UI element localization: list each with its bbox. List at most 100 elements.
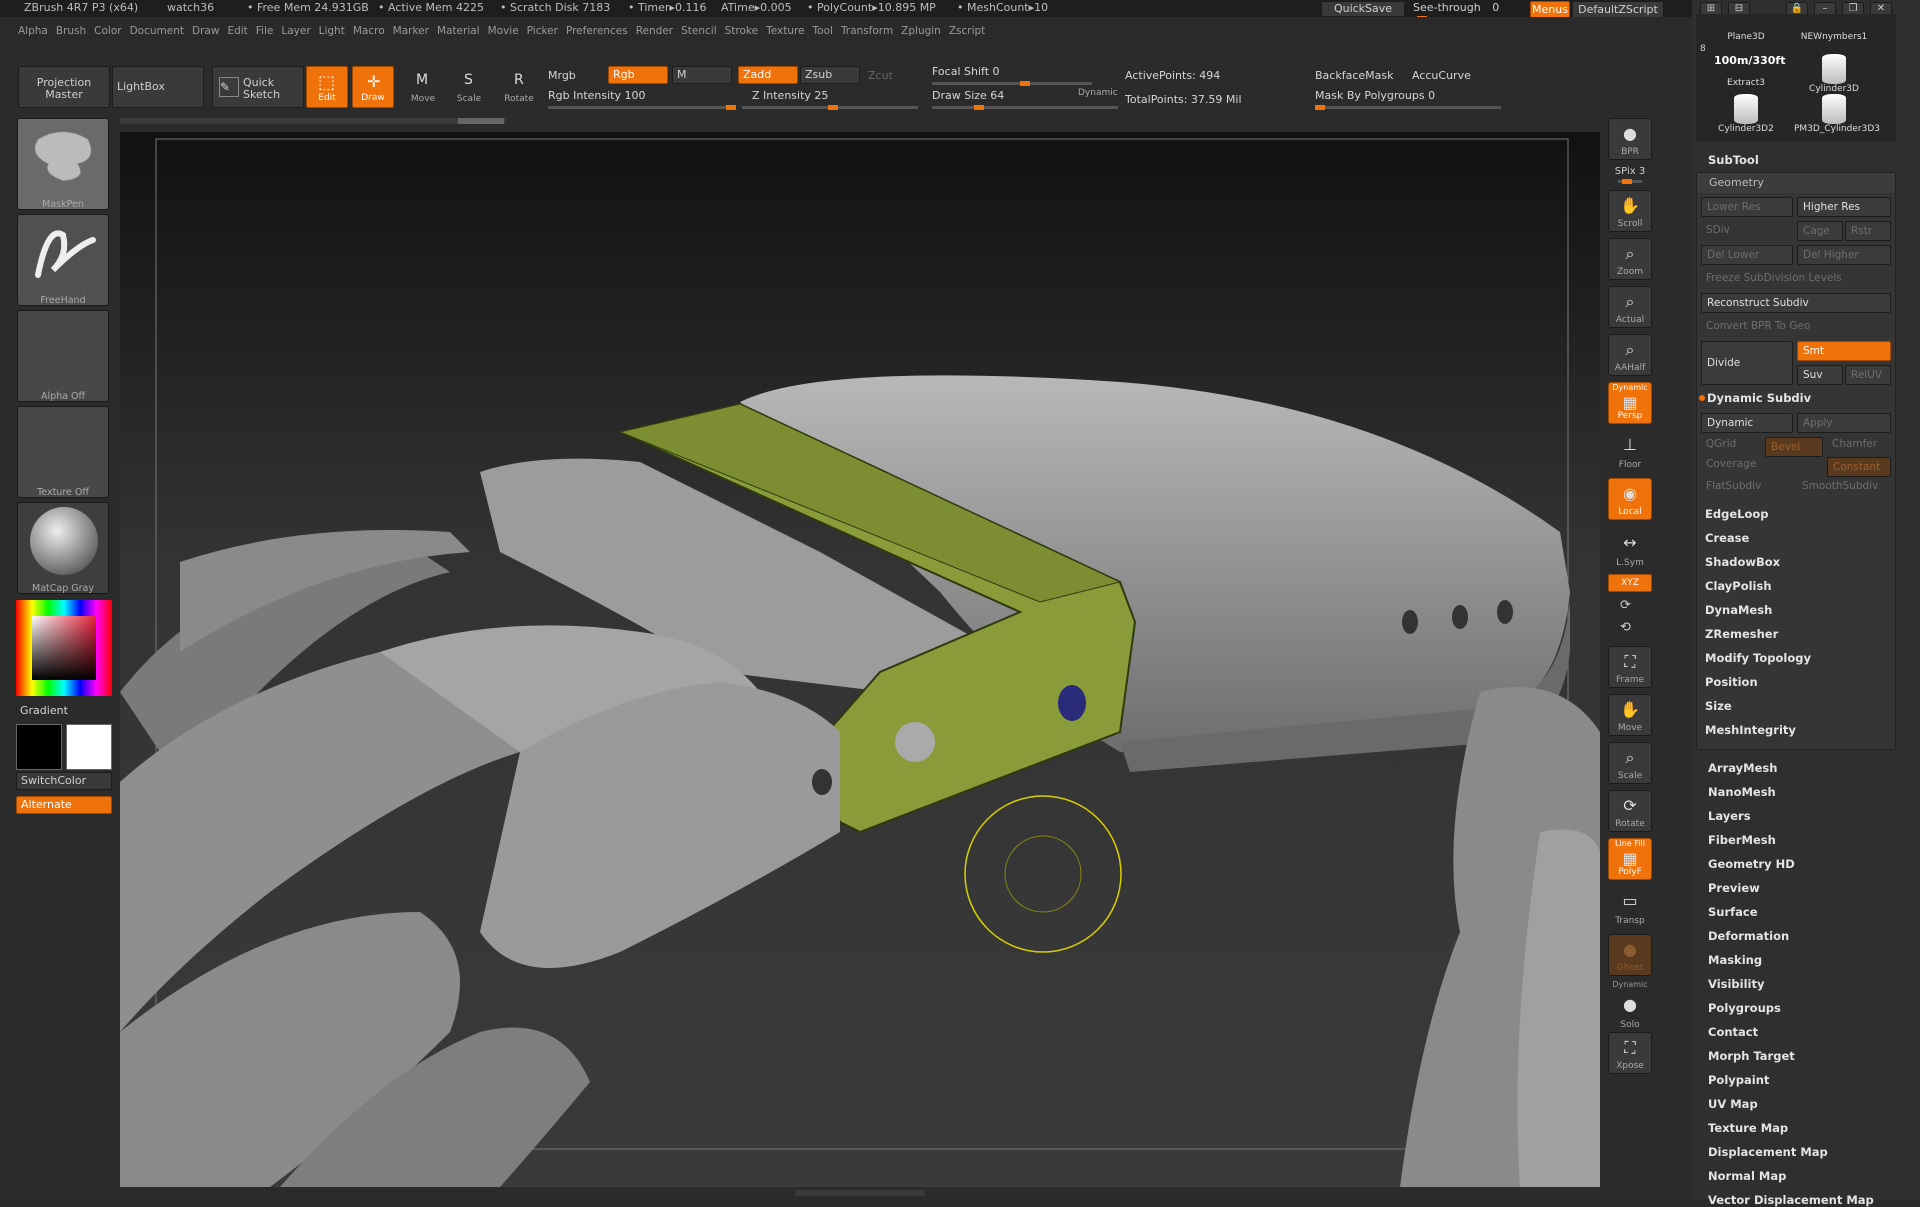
tool-subpalette-item[interactable]: Polygroups (1708, 1001, 1781, 1015)
tool-subpalette-item[interactable]: FiberMesh (1708, 833, 1776, 847)
tool-subpalette-item[interactable]: Vector Displacement Map (1708, 1193, 1874, 1207)
tool-subpalette-item[interactable]: Polypaint (1708, 1073, 1769, 1087)
mrgb-button[interactable]: Mrgb (548, 69, 576, 82)
menu-item[interactable]: Movie (488, 25, 519, 37)
bevel-toggle[interactable]: Bevel (1765, 437, 1823, 457)
menu-item[interactable]: Zplugin (901, 25, 941, 37)
tool-subpalette-item[interactable]: Geometry HD (1708, 857, 1795, 871)
tool-subpalette-item[interactable]: Masking (1708, 953, 1762, 967)
tool-subpalette-item[interactable]: Morph Target (1708, 1049, 1795, 1063)
subtool-thumb[interactable]: PM3D_Cylinder3D3 (1794, 90, 1880, 138)
smt-toggle[interactable]: Smt (1797, 341, 1891, 361)
tool-subpalette-item[interactable]: UV Map (1708, 1097, 1758, 1111)
sdiv-slider[interactable]: SDiv (1701, 221, 1793, 241)
chamfer-toggle[interactable]: Chamfer (1827, 435, 1891, 455)
lsym-button[interactable]: ↔ L.Sym (1608, 528, 1652, 570)
mask-polygroups-track[interactable] (1315, 105, 1501, 110)
menu-item[interactable]: Stroke (725, 25, 758, 37)
rotate-z-icon[interactable]: ⟲ (1620, 620, 1631, 635)
lower-res-button[interactable]: Lower Res (1701, 197, 1793, 217)
draw-button[interactable]: ✛ Draw (352, 66, 394, 108)
menu-item[interactable]: Render (636, 25, 673, 37)
convert-bpr-button[interactable]: Convert BPR To Geo (1701, 317, 1891, 337)
menu-item[interactable]: Color (94, 25, 121, 37)
rgb-intensity-track[interactable] (548, 105, 736, 110)
bpr-button[interactable]: ● BPR (1608, 118, 1652, 160)
del-higher-button[interactable]: Del Higher (1797, 245, 1891, 265)
freeze-subdivision-button[interactable]: Freeze SubDivision Levels (1701, 269, 1891, 289)
main-color-swatch[interactable] (66, 724, 112, 770)
focal-shift-track[interactable] (932, 81, 1092, 86)
texture-selector[interactable]: Texture Off (17, 406, 109, 498)
menu-item[interactable]: Edit (227, 25, 247, 37)
z-intensity-slider[interactable]: Z Intensity 25 (752, 89, 828, 102)
reconstruct-subdiv-button[interactable]: Reconstruct Subdiv (1701, 293, 1891, 313)
zadd-button[interactable]: Zadd (738, 66, 798, 84)
frame-button[interactable]: ⛶ Frame (1608, 646, 1652, 688)
smoothsubdiv-slider[interactable]: SmoothSubdiv (1797, 477, 1891, 497)
scale-button[interactable]: S Scale (448, 66, 490, 108)
rotate-button[interactable]: R Rotate (498, 66, 540, 108)
tool-subpalette-item[interactable]: NanoMesh (1708, 785, 1776, 799)
quicksave-button[interactable]: QuickSave (1321, 1, 1405, 17)
menu-item[interactable]: Transform (841, 25, 893, 37)
rgb-button[interactable]: Rgb (608, 66, 668, 84)
move-button[interactable]: M Move (402, 66, 444, 108)
geometry-item[interactable]: EdgeLoop (1705, 507, 1768, 521)
menu-item[interactable]: Zscript (949, 25, 985, 37)
higher-res-button[interactable]: Higher Res (1797, 197, 1891, 217)
menu-item[interactable]: Tool (813, 25, 833, 37)
switchcolor-button[interactable]: SwitchColor (16, 772, 112, 790)
scale-view-button[interactable]: ⌕ Scale (1608, 742, 1652, 784)
reluv-toggle[interactable]: RelUV (1845, 365, 1891, 385)
menu-item[interactable]: File (256, 25, 274, 37)
geometry-item[interactable]: Modify Topology (1705, 651, 1811, 665)
geometry-item[interactable]: ClayPolish (1705, 579, 1772, 593)
tool-subpalette-item[interactable]: Contact (1708, 1025, 1758, 1039)
local-button[interactable]: ◉ Local (1608, 478, 1652, 520)
default-zscript-button[interactable]: DefaultZScript (1572, 1, 1664, 18)
geometry-item[interactable]: ZRemesher (1705, 627, 1778, 641)
menu-item[interactable]: Marker (393, 25, 429, 37)
draw-size-slider[interactable]: Draw Size 64 (932, 89, 1004, 102)
subtool-section[interactable]: SubTool (1708, 153, 1759, 167)
menu-item[interactable]: Light (319, 25, 345, 37)
zoom-button[interactable]: ⌕ Zoom (1608, 238, 1652, 280)
polyf-button[interactable]: Line Fill ▦ PolyF (1608, 838, 1652, 880)
rgb-intensity-slider[interactable]: Rgb Intensity 100 (548, 89, 645, 102)
menu-item[interactable]: Texture (766, 25, 804, 37)
alternate-button[interactable]: Alternate (16, 796, 112, 814)
transp-button[interactable]: ▭ Transp (1608, 886, 1652, 928)
geometry-item[interactable]: Position (1705, 675, 1758, 689)
scroll-button[interactable]: ✋ Scroll (1608, 190, 1652, 232)
tool-subpalette-item[interactable]: ArrayMesh (1708, 761, 1777, 775)
scroll-thumb[interactable] (458, 118, 504, 124)
color-picker[interactable] (16, 600, 112, 696)
subtool-thumb[interactable]: Cylinder3D2 (1706, 90, 1786, 138)
geometry-item[interactable]: ShadowBox (1705, 555, 1780, 569)
brush-selector[interactable]: MaskPen (17, 118, 109, 210)
document-scroll-bar[interactable] (120, 118, 506, 124)
draw-size-track[interactable] (932, 105, 1118, 110)
rotate-y-icon[interactable]: ⟳ (1620, 598, 1631, 613)
divide-button[interactable]: Divide (1701, 341, 1793, 385)
apply-button[interactable]: Apply (1797, 413, 1891, 433)
spix-slider[interactable]: SPix 3 (1608, 166, 1652, 177)
backface-mask-toggle[interactable]: BackfaceMask (1315, 69, 1393, 82)
tool-subpalette-item[interactable]: Preview (1708, 881, 1760, 895)
tool-subpalette-item[interactable]: Normal Map (1708, 1169, 1786, 1183)
edit-button[interactable]: ⬚ Edit (306, 66, 348, 108)
menu-item[interactable]: Document (130, 25, 184, 37)
stroke-selector[interactable]: FreeHand (17, 214, 109, 306)
suv-toggle[interactable]: Suv (1797, 365, 1843, 385)
geometry-item[interactable]: DynaMesh (1705, 603, 1772, 617)
geometry-item[interactable]: MeshIntegrity (1705, 723, 1796, 737)
quick-sketch-button[interactable]: ✎ Quick Sketch (212, 66, 304, 108)
tool-subpalette-item[interactable]: Visibility (1708, 977, 1764, 991)
flatsubdiv-slider[interactable]: FlatSubdiv (1701, 477, 1791, 497)
menu-item[interactable]: Layer (281, 25, 310, 37)
tool-subpalette-item[interactable]: Surface (1708, 905, 1758, 919)
gradient-toggle[interactable]: Gradient (20, 704, 68, 717)
solo-button[interactable]: ● Solo (1608, 990, 1652, 1032)
menu-item[interactable]: Material (437, 25, 480, 37)
